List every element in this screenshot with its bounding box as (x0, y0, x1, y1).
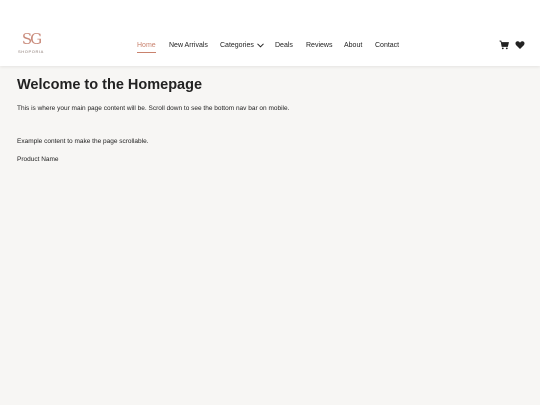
nav-item-new-arrivals[interactable]: New Arrivals (169, 41, 208, 51)
heart-icon[interactable] (515, 40, 525, 50)
nav-item-label: Contact (375, 42, 400, 49)
nav-item-label: About (344, 42, 363, 49)
intro-text: This is where your main page content wil… (17, 105, 290, 112)
nav-item-label: New Arrivals (169, 42, 208, 49)
chevron-down-icon (256, 43, 264, 48)
logo-wordmark: SHOPORIA (18, 49, 44, 54)
nav-item-label: Reviews (306, 42, 333, 49)
logo-mark: SG (21, 30, 42, 48)
active-underline (137, 52, 156, 53)
nav-item-about[interactable]: About (344, 41, 362, 51)
nav-item-contact[interactable]: Contact (375, 41, 399, 51)
nav-item-deals[interactable]: Deals (275, 41, 293, 51)
brand-logo[interactable]: SG SHOPORIA (16, 32, 46, 58)
top-navigation-bar: SG SHOPORIA Home New Arrivals Categories… (0, 0, 540, 66)
cart-icon[interactable] (499, 40, 509, 50)
main-content: Welcome to the Homepage This is where yo… (17, 76, 517, 163)
example-text: Example content to make the page scrolla… (17, 138, 149, 145)
nav-item-reviews[interactable]: Reviews (306, 41, 332, 51)
nav-item-label: Deals (275, 42, 293, 49)
product-name: Product Name (17, 156, 59, 163)
nav-item-label: Home (137, 42, 156, 49)
page-title: Welcome to the Homepage (17, 77, 203, 93)
nav-item-label: Categories (220, 42, 254, 49)
nav-item-home[interactable]: Home (137, 41, 156, 53)
nav-item-categories[interactable]: Categories (220, 41, 264, 51)
